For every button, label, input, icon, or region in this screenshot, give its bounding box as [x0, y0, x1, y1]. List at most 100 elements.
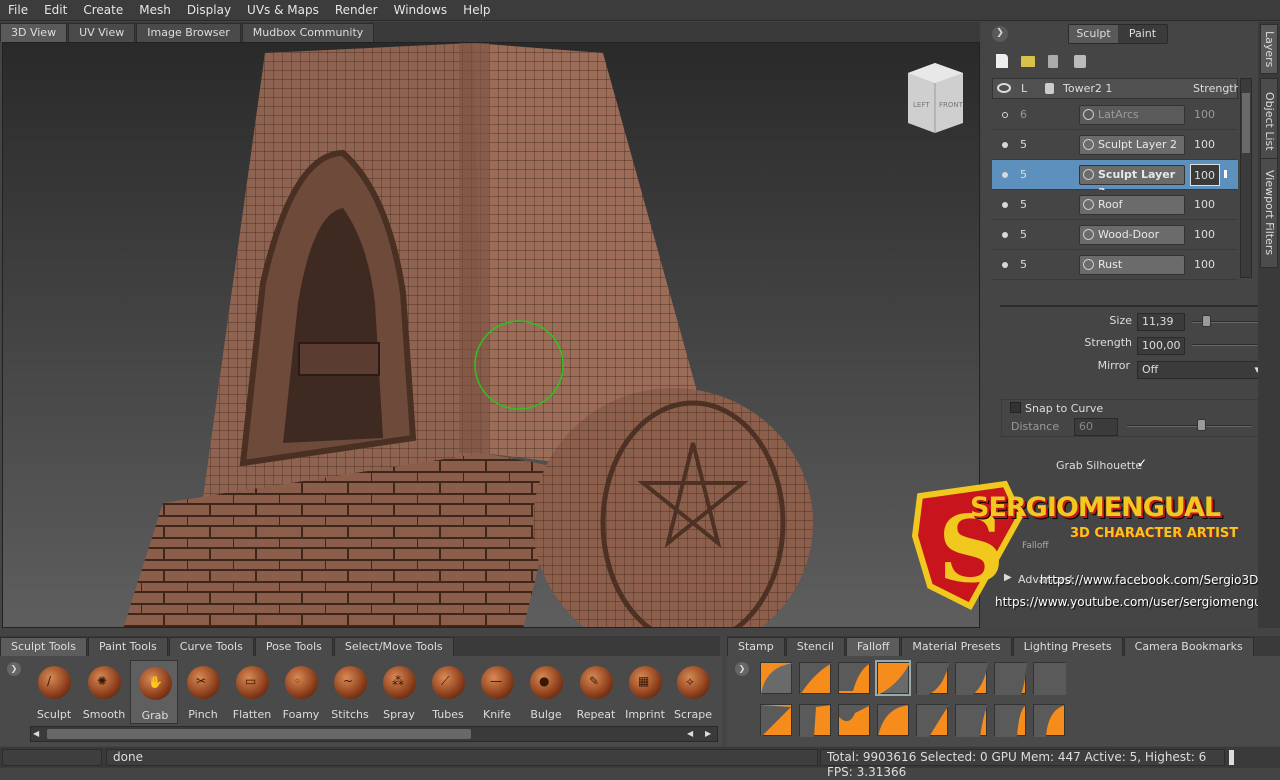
layer-strength[interactable]: 100 [1194, 258, 1215, 271]
tool-scrape[interactable]: ⟡ Scrape [669, 660, 717, 724]
tab-3d-view[interactable]: 3D View [0, 23, 68, 42]
layer-name[interactable]: LatArcs [1079, 105, 1185, 125]
layer-visibility-dot[interactable] [1002, 262, 1008, 268]
menu-help[interactable]: Help [455, 3, 498, 17]
distance-slider-knob[interactable] [1197, 419, 1206, 431]
distance-slider[interactable] [1127, 419, 1252, 431]
layer-row[interactable]: 5 Roof 100 [992, 190, 1238, 220]
falloff-preset[interactable] [994, 704, 1027, 737]
mirror-select[interactable]: Off ▾ [1137, 361, 1265, 379]
tab-pose-tools[interactable]: Pose Tools [254, 637, 333, 656]
tool-repeat[interactable]: ✎ Repeat [572, 660, 620, 724]
menu-display[interactable]: Display [179, 3, 239, 17]
snap-to-curve-checkbox[interactable] [1010, 402, 1021, 413]
layer-row[interactable]: 5 Sculpt Layer 2 100 [992, 130, 1238, 160]
falloff-preset[interactable] [955, 662, 988, 695]
tool-foamy[interactable]: ◦ Foamy [277, 660, 325, 724]
menu-mesh[interactable]: Mesh [131, 3, 179, 17]
menu-uvs-maps[interactable]: UVs & Maps [239, 3, 327, 17]
tool-smooth[interactable]: ✺ Smooth [80, 660, 128, 724]
falloff-preset[interactable] [877, 704, 910, 737]
grab-silhouette-checkbox[interactable]: ✓ [1137, 457, 1149, 470]
tab-layers[interactable]: Layers [1260, 24, 1278, 74]
falloff-preset[interactable] [1033, 662, 1066, 695]
layer-name[interactable]: Rust [1079, 255, 1185, 275]
viewcube[interactable]: LEFT FRONT [908, 63, 964, 133]
tab-stamp[interactable]: Stamp [727, 637, 785, 656]
layer-visibility-dot[interactable] [1002, 142, 1008, 148]
tab-viewport-filters[interactable]: Viewport Filters [1260, 158, 1278, 268]
menu-render[interactable]: Render [327, 3, 386, 17]
layer-strength[interactable]: 100 [1194, 138, 1215, 151]
tool-sculpt[interactable]: / Sculpt [30, 660, 78, 724]
layer-row[interactable]: 6 LatArcs 100 [992, 100, 1238, 130]
tool-flatten[interactable]: ▭ Flatten [228, 660, 276, 724]
strength-field[interactable]: 100,00 [1137, 337, 1185, 355]
falloff-preset[interactable] [1033, 704, 1066, 737]
layer-name[interactable]: Roof [1079, 195, 1185, 215]
scroll-right-icon[interactable]: ▶ [705, 729, 711, 738]
paint-mode-button[interactable]: Paint [1118, 25, 1167, 43]
falloff-preset[interactable] [875, 660, 911, 696]
layer-visibility-dot[interactable] [1002, 172, 1008, 178]
menu-edit[interactable]: Edit [36, 3, 75, 17]
tool-grab[interactable]: ✋ Grab [130, 660, 178, 724]
tab-object-list[interactable]: Object List [1260, 78, 1278, 164]
size-slider-knob[interactable] [1202, 315, 1211, 327]
scroll-left-end-icon[interactable]: ◀ [687, 729, 693, 738]
falloff-preset[interactable] [955, 704, 988, 737]
tool-shelf-scrollbar[interactable]: ◀ ◀ ▶ [30, 726, 718, 742]
tab-stencil[interactable]: Stencil [785, 637, 845, 656]
falloff-preset[interactable] [838, 662, 871, 694]
tool-bulge[interactable]: ● Bulge [522, 660, 570, 724]
falloff-preset[interactable] [916, 662, 949, 695]
menu-file[interactable]: File [0, 3, 36, 17]
strength-slider-handle-icon[interactable] [1224, 170, 1232, 178]
panel-collapse-icon[interactable]: ❯ [992, 26, 1008, 42]
tab-camera-bookmarks[interactable]: Camera Bookmarks [1123, 637, 1254, 656]
strength-slider[interactable] [1192, 338, 1267, 350]
tab-material-presets[interactable]: Material Presets [901, 637, 1012, 656]
sculpt-mode-button[interactable]: Sculpt [1069, 25, 1118, 43]
falloff-preset[interactable] [838, 704, 871, 736]
tab-mudbox-community[interactable]: Mudbox Community [241, 23, 375, 42]
tab-falloff[interactable]: Falloff [845, 637, 901, 656]
tool-stitchs[interactable]: ~ Stitchs [326, 660, 374, 724]
distance-field[interactable]: 60 [1074, 418, 1118, 436]
size-slider[interactable] [1192, 315, 1267, 327]
tab-sculpt-tools[interactable]: Sculpt Tools [0, 637, 87, 656]
size-field[interactable]: 11,39 [1137, 313, 1185, 331]
menu-create[interactable]: Create [75, 3, 131, 17]
falloff-options-icon[interactable]: ❯ [735, 662, 749, 676]
layers-scroll-thumb[interactable] [1242, 93, 1250, 153]
menu-windows[interactable]: Windows [386, 3, 456, 17]
tab-image-browser[interactable]: Image Browser [136, 23, 241, 42]
layer-name[interactable]: Wood-Door [1079, 225, 1185, 245]
delete-layer-icon[interactable] [1048, 55, 1058, 68]
tool-pinch[interactable]: ✂ Pinch [179, 660, 227, 724]
layer-mask-icon[interactable] [1074, 55, 1086, 68]
layer-strength[interactable]: 100 [1194, 228, 1215, 241]
falloff-preset[interactable] [916, 704, 949, 737]
falloff-preset[interactable] [760, 662, 793, 695]
tool-spray[interactable]: ⁂ Spray [375, 660, 423, 724]
layer-name[interactable]: Sculpt Layer 2 [1079, 135, 1185, 155]
new-layer-icon[interactable] [996, 54, 1008, 68]
layer-strength[interactable]: 100 [1194, 198, 1215, 211]
layer-visibility-dot[interactable] [1002, 232, 1008, 238]
tool-imprint[interactable]: ▦ Imprint [621, 660, 669, 724]
layer-row[interactable]: 5 Rust 100 [992, 250, 1238, 280]
tab-select-move-tools[interactable]: Select/Move Tools [333, 637, 454, 656]
tool-knife[interactable]: — Knife [473, 660, 521, 724]
layer-name[interactable]: Sculpt Layer 3 [1079, 165, 1185, 199]
tool-shelf-scroll-thumb[interactable] [47, 729, 471, 739]
layer-strength[interactable]: 100 [1194, 108, 1215, 121]
falloff-preset[interactable] [994, 662, 1027, 695]
layers-scrollbar[interactable] [1240, 78, 1252, 278]
scroll-left-icon[interactable]: ◀ [33, 729, 39, 738]
tab-uv-view[interactable]: UV View [68, 23, 136, 42]
tab-paint-tools[interactable]: Paint Tools [87, 637, 168, 656]
falloff-preset[interactable] [799, 662, 832, 695]
lock-icon[interactable] [1045, 83, 1054, 94]
layer-visibility-dot[interactable] [1002, 112, 1008, 118]
